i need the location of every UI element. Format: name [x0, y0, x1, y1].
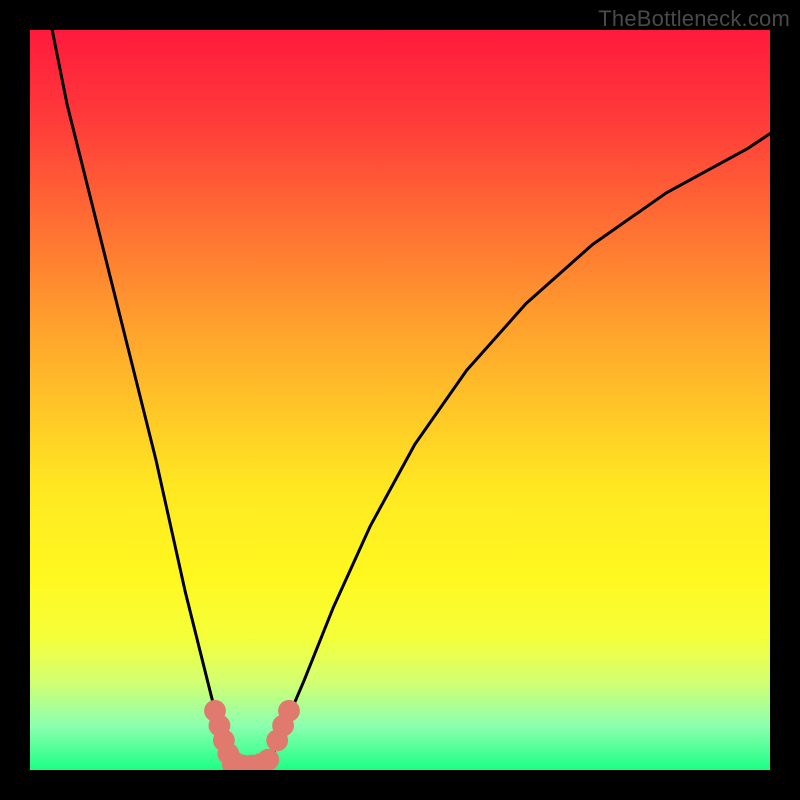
- curve-marker: [278, 700, 300, 722]
- plot-area: [30, 30, 770, 770]
- curve-layer: [30, 30, 770, 770]
- bottleneck-curve: [52, 30, 770, 770]
- curve-marker: [257, 749, 279, 770]
- watermark-text: TheBottleneck.com: [598, 6, 790, 32]
- chart-frame: TheBottleneck.com: [0, 0, 800, 800]
